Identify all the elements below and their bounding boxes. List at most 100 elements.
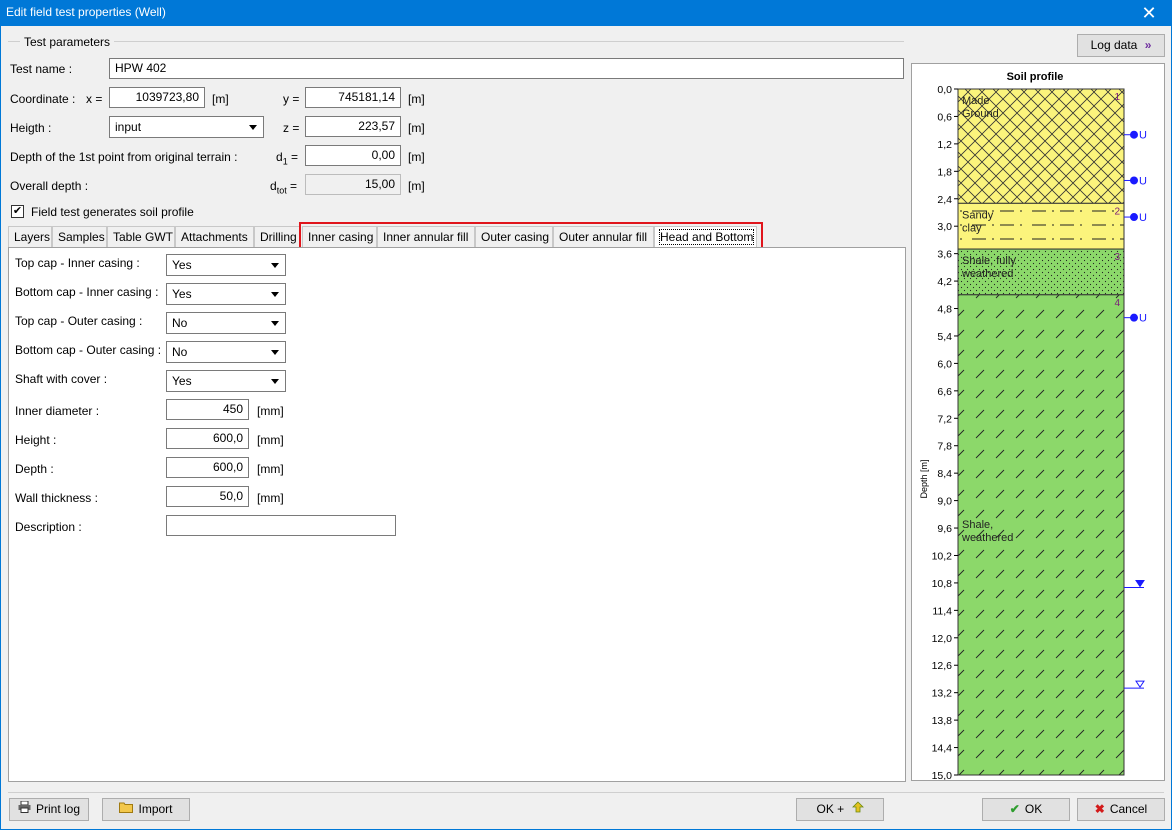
depth-tick-label: 6,0	[937, 358, 952, 370]
dtot-equals: =	[286, 179, 298, 193]
top-cap-inner-select[interactable]: Yes	[166, 254, 286, 276]
depth-tick-label: 9,0	[937, 496, 952, 508]
shaft-cover-select[interactable]: Yes	[166, 370, 286, 392]
ok-plus-label: OK +	[816, 802, 845, 816]
chevron-down-icon	[271, 263, 279, 268]
arrow-up-icon	[851, 799, 864, 820]
height-input[interactable]: 600,0	[166, 428, 249, 449]
group-divider	[8, 41, 904, 42]
soil-layer-name: Shale,	[962, 519, 993, 531]
chevron-down-icon	[249, 125, 257, 130]
tab-table-gwt-label: Table GWT	[113, 230, 174, 244]
sample-marker-dot[interactable]	[1130, 176, 1138, 185]
y-label: y =	[283, 92, 300, 106]
depth-axis-label: Depth [m]	[919, 459, 929, 498]
ok-plus-button[interactable]: OK +	[796, 798, 884, 821]
depth-tick-label: 13,8	[932, 715, 953, 727]
depth-tick-label: 10,8	[932, 578, 953, 590]
depth-tick-label: 9,6	[937, 523, 952, 535]
groundwater-triangle-icon	[1135, 579, 1145, 588]
depth-field-label: Depth :	[15, 462, 54, 476]
bottom-cap-outer-select[interactable]: No	[166, 341, 286, 363]
wall-thickness-input[interactable]: 50,0	[166, 486, 249, 507]
depth-tick-label: 7,2	[937, 413, 952, 425]
chevron-down-icon	[271, 292, 279, 297]
dtot-label: dtot =	[270, 179, 297, 195]
height-mode-select[interactable]: input	[109, 116, 264, 138]
depth-tick-label: 1,8	[937, 166, 952, 178]
bottom-cap-outer-value: No	[172, 345, 188, 359]
test-name-input[interactable]: HPW 402	[109, 58, 904, 79]
log-data-button[interactable]: Log data »	[1077, 34, 1165, 57]
soil-layer-name: weathered	[961, 268, 1013, 280]
y-input[interactable]: 745181,14	[305, 87, 401, 108]
sample-marker-label: U	[1139, 175, 1147, 187]
depth-tick-label: 12,6	[932, 660, 953, 672]
chevron-down-icon	[271, 350, 279, 355]
tab-layers[interactable]: Layers	[8, 226, 52, 248]
tab-drilling[interactable]: Drilling	[254, 226, 301, 248]
chevron-down-icon	[271, 321, 279, 326]
soil-layer-name: Sandy	[962, 209, 994, 221]
d1-input[interactable]: 0,00	[305, 145, 401, 166]
description-label: Description :	[15, 520, 82, 534]
depth-tick-label: 1,2	[937, 139, 952, 151]
z-input[interactable]: 223,57	[305, 116, 401, 137]
chevron-down-icon	[271, 379, 279, 384]
import-label: Import	[138, 802, 173, 816]
depth-input[interactable]: 600,0	[166, 457, 249, 478]
wall-thickness-unit: [mm]	[257, 491, 284, 505]
print-log-label: Print log	[35, 802, 81, 816]
coordinate-label: Coordinate :	[10, 92, 76, 106]
z-unit: [m]	[408, 121, 425, 135]
d1-label: d1 =	[276, 150, 298, 166]
shaft-cover-value: Yes	[172, 374, 192, 388]
cancel-button[interactable]: ✖ Cancel	[1077, 798, 1165, 821]
sample-marker-dot[interactable]	[1130, 130, 1138, 139]
tab-drilling-label: Drilling	[260, 230, 297, 244]
x-unit: [m]	[212, 92, 229, 106]
groundwater-triangle-icon	[1135, 680, 1145, 689]
depth-tick-label: 7,8	[937, 441, 952, 453]
soil-layer-number: 1	[1114, 92, 1120, 103]
depth-tick-label: 15,0	[932, 770, 953, 780]
wall-thickness-label: Wall thickness :	[15, 491, 98, 505]
depth-tick-label: 4,8	[937, 304, 952, 316]
generates-profile-checkbox[interactable]: ✔	[11, 205, 24, 218]
description-input[interactable]	[166, 515, 396, 536]
x-input[interactable]: 1039723,80	[109, 87, 205, 108]
depth-tick-label: 2,4	[937, 194, 952, 206]
top-cap-outer-select[interactable]: No	[166, 312, 286, 334]
test-name-label: Test name :	[10, 62, 73, 76]
shaft-cover-label: Shaft with cover :	[15, 372, 108, 386]
sample-marker-dot[interactable]	[1130, 213, 1138, 222]
x-label: x =	[86, 92, 103, 106]
ok-button[interactable]: ✔ OK	[982, 798, 1070, 821]
height-field-label: Height :	[15, 433, 57, 447]
d1-unit: [m]	[408, 150, 425, 164]
tab-attachments[interactable]: Attachments	[175, 226, 254, 248]
soil-profile-chart: Soil profile Depth [m] 1 MadeGround 2 Sandy…	[919, 71, 1147, 782]
inner-diameter-input[interactable]: 450	[166, 399, 249, 420]
d1-equals: =	[287, 150, 299, 164]
title-bar: Edit field test properties (Well) ✕	[0, 0, 1172, 26]
checkmark-icon: ✔	[1009, 802, 1020, 816]
print-log-button[interactable]: Print log	[9, 798, 89, 821]
depth-tick-label: 0,0	[937, 84, 952, 96]
bottom-cap-inner-value: Yes	[172, 287, 192, 301]
tab-table-gwt[interactable]: Table GWT	[107, 226, 175, 248]
close-icon[interactable]: ✕	[1126, 0, 1172, 26]
soil-layer-name: Ground	[962, 108, 999, 120]
sample-marker-dot[interactable]	[1130, 313, 1138, 322]
import-button[interactable]: Import	[102, 798, 190, 821]
sample-marker-label: U	[1139, 313, 1147, 325]
depth-tick-label: 6,6	[937, 386, 952, 398]
double-chevron-right-icon: »	[1144, 38, 1152, 52]
bottom-cap-inner-select[interactable]: Yes	[166, 283, 286, 305]
height-mode-value: input	[115, 120, 142, 134]
dtot-symbol: d	[270, 179, 277, 193]
tab-samples[interactable]: Samples	[52, 226, 107, 248]
sample-marker-label: U	[1139, 212, 1147, 224]
printer-icon	[18, 799, 31, 820]
tab-layers-label: Layers	[14, 230, 51, 244]
